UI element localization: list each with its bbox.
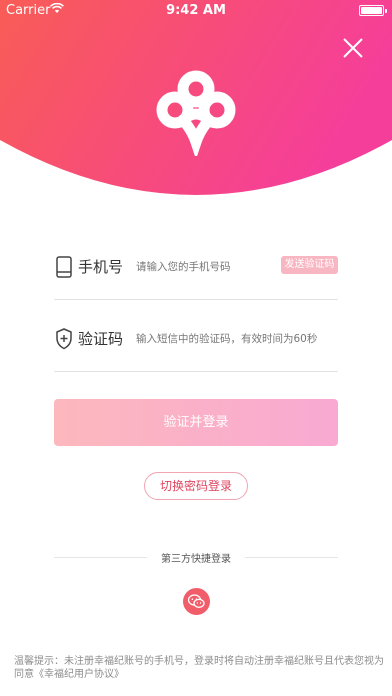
registration-notice: 温馨提示：未注册幸福纪账号的手机号，登录时将自动注册幸福纪账号且代表您视为同意《… [14, 656, 384, 680]
status-bar: Carrier 9:42 AM [0, 0, 392, 20]
phone-field: 手机号 发送验证码 [54, 236, 338, 300]
send-code-button[interactable]: 发送验证码 [281, 256, 338, 274]
wechat-login-button[interactable] [183, 588, 210, 615]
phone-input[interactable] [136, 254, 276, 280]
code-input[interactable] [136, 326, 336, 352]
wechat-icon [188, 594, 205, 608]
shield-plus-icon [56, 328, 72, 350]
close-icon [343, 38, 363, 58]
divider-left [54, 557, 147, 558]
clock: 9:42 AM [166, 3, 226, 18]
close-button[interactable] [340, 35, 366, 61]
phone-icon [56, 256, 72, 278]
divider-right [245, 557, 338, 558]
app-logo [156, 70, 236, 156]
third-party-login-title: 第三方快捷登录 [161, 554, 231, 565]
phone-label: 手机号 [78, 258, 124, 276]
code-label: 验证码 [78, 330, 124, 348]
switch-password-login-button[interactable]: 切换密码登录 [144, 472, 248, 500]
verification-code-field: 验证码 [54, 308, 338, 372]
battery-icon [359, 5, 387, 16]
verify-login-button[interactable]: 验证并登录 [54, 399, 338, 446]
